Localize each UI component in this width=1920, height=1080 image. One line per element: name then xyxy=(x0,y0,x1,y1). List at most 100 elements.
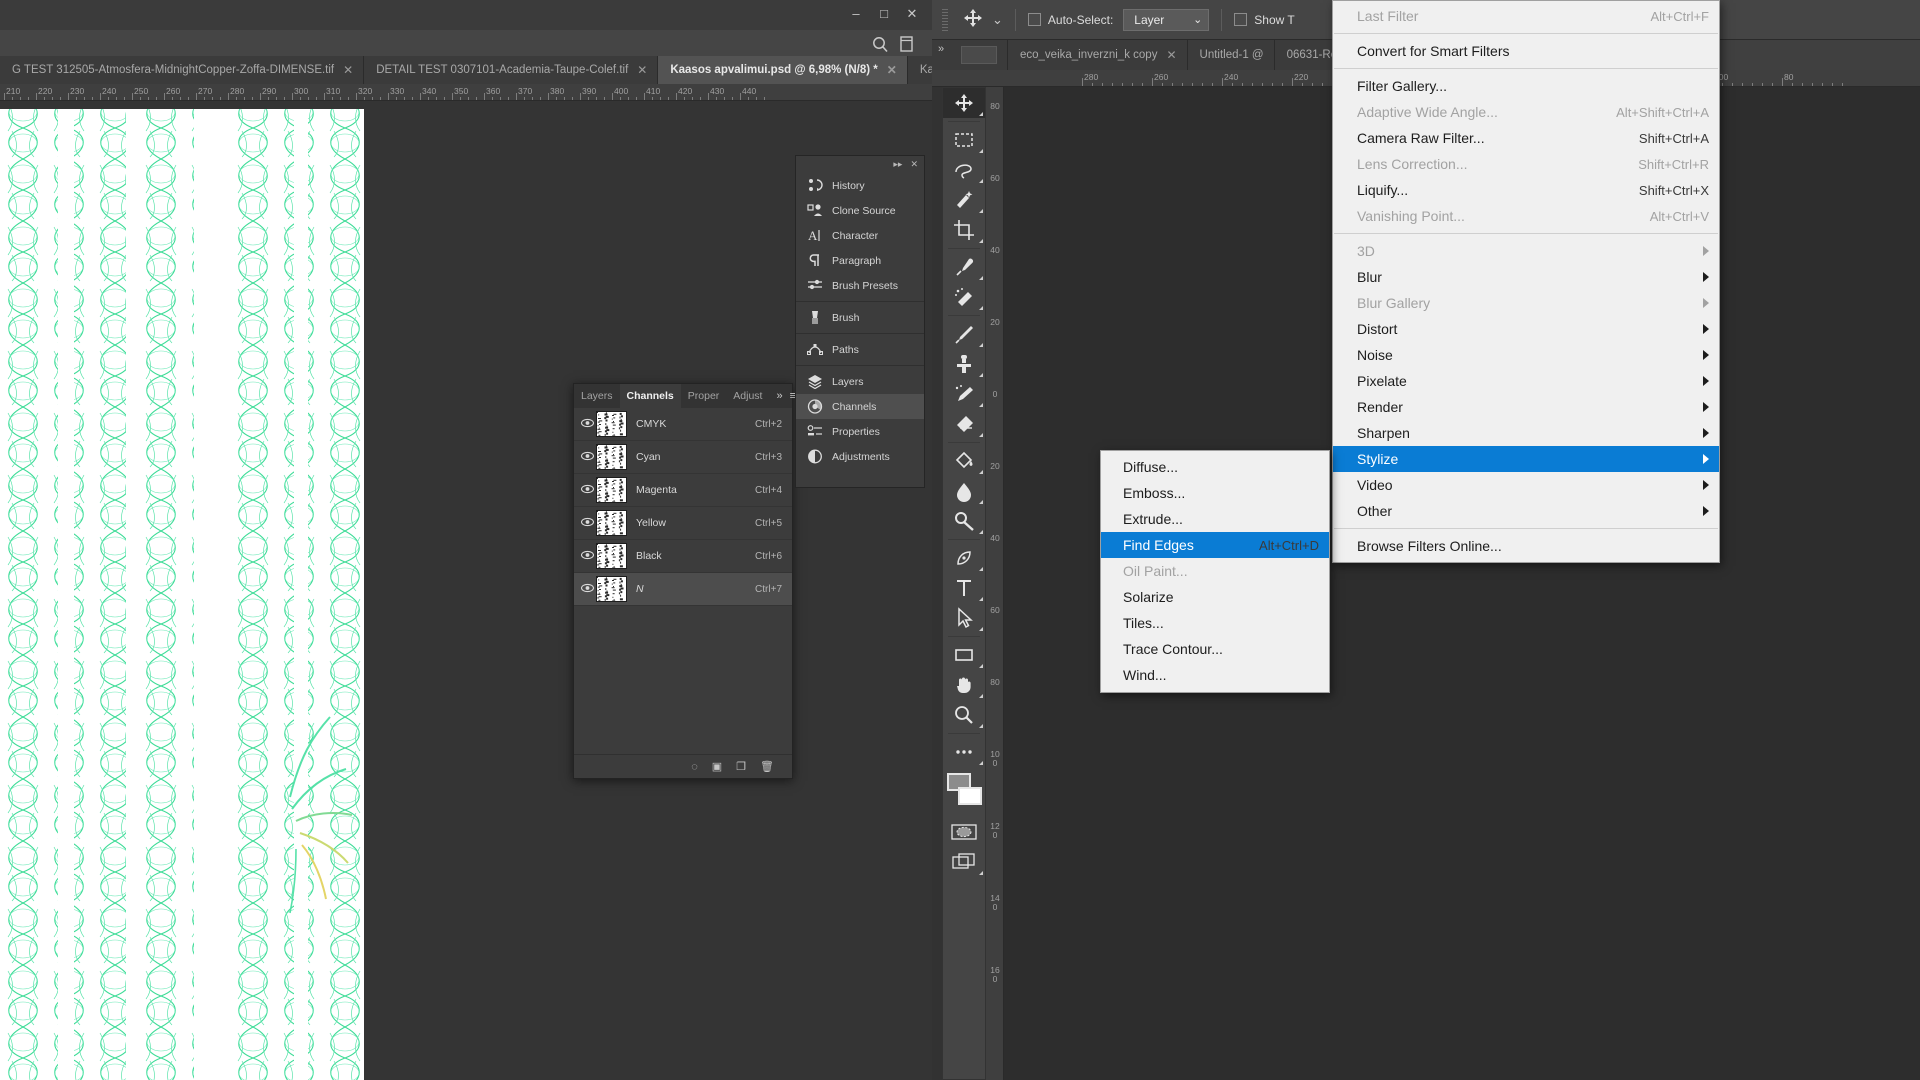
menu-item-camera-raw-filter[interactable]: Camera Raw Filter...Shift+Ctrl+A xyxy=(1333,125,1719,151)
menu-item-pixelate[interactable]: Pixelate xyxy=(1333,368,1719,394)
move-tool-icon[interactable] xyxy=(962,7,984,32)
auto-select-dropdown[interactable]: Layer ⌄ xyxy=(1123,9,1209,31)
zoom-tool[interactable] xyxy=(943,700,985,730)
maximize-button[interactable]: □ xyxy=(873,5,895,23)
panel-overflow-icon[interactable]: » xyxy=(776,390,782,402)
panel-dock-header[interactable]: ▸▸ ✕ xyxy=(796,156,924,173)
dock-item-adjustments[interactable]: Adjustments xyxy=(796,444,924,469)
show-transform-controls-checkbox[interactable] xyxy=(1234,13,1247,26)
minimize-button[interactable]: – xyxy=(845,5,867,23)
edit-toolbar-tool[interactable] xyxy=(943,737,985,767)
dock-item-properties[interactable]: Properties xyxy=(796,419,924,444)
channel-visibility-icon[interactable] xyxy=(578,418,596,431)
channel-row[interactable]: MagentaCtrl+4 xyxy=(574,474,792,507)
channels-panel-tab[interactable]: Adjust xyxy=(726,384,769,408)
channel-visibility-icon[interactable] xyxy=(578,484,596,497)
document-tab[interactable]: G TEST 312505-Atmosfera-MidnightCopper-Z… xyxy=(0,56,364,84)
channels-list[interactable]: CMYKCtrl+2CyanCtrl+3MagentaCtrl+4YellowC… xyxy=(574,408,792,606)
stylize-submenu[interactable]: Diffuse...Emboss...Extrude...Find EdgesA… xyxy=(1100,450,1330,693)
document-tab[interactable]: eco_veika_inverzni_k copy✕ xyxy=(1008,40,1188,70)
channels-panel-tabbar[interactable]: LayersChannelsProperAdjust»≡ xyxy=(574,384,792,408)
channel-row[interactable]: BlackCtrl+6 xyxy=(574,540,792,573)
channels-panel[interactable]: LayersChannelsProperAdjust»≡ CMYKCtrl+2C… xyxy=(573,383,793,779)
menu-item-noise[interactable]: Noise xyxy=(1333,342,1719,368)
dock-item-clone-source[interactable]: Clone Source xyxy=(796,198,924,223)
channel-row[interactable]: CMYKCtrl+2 xyxy=(574,408,792,441)
dock-close-icon[interactable]: ✕ xyxy=(910,159,918,170)
menu-item-browse-filters-online[interactable]: Browse Filters Online... xyxy=(1333,533,1719,559)
pen-tool[interactable] xyxy=(943,543,985,573)
brush-tool[interactable] xyxy=(943,319,985,349)
channel-visibility-icon[interactable] xyxy=(578,451,596,464)
close-tab-icon[interactable]: ✕ xyxy=(887,63,897,77)
dock-item-brush[interactable]: Brush xyxy=(796,305,924,330)
channel-row[interactable]: CyanCtrl+3 xyxy=(574,441,792,474)
channel-visibility-icon[interactable] xyxy=(578,517,596,530)
dock-item-paths[interactable]: Paths xyxy=(796,337,924,362)
menu-item-emboss[interactable]: Emboss... xyxy=(1101,480,1329,506)
dock-item-channels[interactable]: Channels xyxy=(796,394,924,419)
rectangular-marquee-tool[interactable] xyxy=(943,125,985,155)
lasso-tool[interactable] xyxy=(943,155,985,185)
hand-tool[interactable] xyxy=(943,670,985,700)
menu-item-tiles[interactable]: Tiles... xyxy=(1101,610,1329,636)
menu-item-filter-gallery[interactable]: Filter Gallery... xyxy=(1333,73,1719,99)
menu-item-liquify[interactable]: Liquify...Shift+Ctrl+X xyxy=(1333,177,1719,203)
document-tab[interactable]: Untitled-1 @ xyxy=(1188,40,1275,70)
close-tab-icon[interactable]: ✕ xyxy=(1166,48,1176,62)
menu-item-sharpen[interactable]: Sharpen xyxy=(1333,420,1719,446)
menu-item-render[interactable]: Render xyxy=(1333,394,1719,420)
save-selection-as-channel-icon[interactable]: ▣ xyxy=(712,760,722,773)
menu-item-trace-contour[interactable]: Trace Contour... xyxy=(1101,636,1329,662)
close-button[interactable]: ✕ xyxy=(901,5,923,23)
document-tab[interactable]: Kaasos apvalimui.psd @ 6,98% (N/8) *✕ xyxy=(658,56,908,84)
dock-item-character[interactable]: ACharacter xyxy=(796,223,924,248)
menu-item-diffuse[interactable]: Diffuse... xyxy=(1101,454,1329,480)
menu-item-stylize[interactable]: Stylize xyxy=(1333,446,1719,472)
dock-collapse-icon[interactable]: ▸▸ xyxy=(893,159,902,170)
load-channel-as-selection-icon[interactable]: ◌ xyxy=(691,761,698,773)
dock-item-history[interactable]: History xyxy=(796,173,924,198)
channels-panel-tab[interactable]: Proper xyxy=(681,384,727,408)
delete-channel-icon[interactable]: 🗑 xyxy=(760,760,774,773)
move-tool[interactable] xyxy=(943,88,985,118)
menu-item-extrude[interactable]: Extrude... xyxy=(1101,506,1329,532)
channels-panel-footer[interactable]: ◌ ▣ ❐ 🗑 xyxy=(574,754,792,778)
close-tab-icon[interactable]: ✕ xyxy=(637,63,647,77)
paint-bucket-tool[interactable] xyxy=(943,446,985,476)
options-bar-grip[interactable] xyxy=(942,9,948,31)
filter-menu[interactable]: Last FilterAlt+Ctrl+FConvert for Smart F… xyxy=(1332,0,1720,563)
tools-panel[interactable] xyxy=(942,87,986,1080)
blur-tool[interactable] xyxy=(943,476,985,506)
channel-visibility-icon[interactable] xyxy=(578,550,596,563)
quick-selection-tool[interactable] xyxy=(943,185,985,215)
clone-stamp-tool[interactable] xyxy=(943,349,985,379)
dock-item-layers[interactable]: Layers xyxy=(796,369,924,394)
close-tab-icon[interactable]: ✕ xyxy=(343,63,353,77)
menu-item-other[interactable]: Other xyxy=(1333,498,1719,524)
history-brush-tool[interactable] xyxy=(943,379,985,409)
menu-item-wind[interactable]: Wind... xyxy=(1101,662,1329,688)
panel-dock[interactable]: ▸▸ ✕ HistoryClone SourceACharacterParagr… xyxy=(795,155,925,488)
channels-panel-tab[interactable]: Channels xyxy=(620,384,681,408)
dock-item-brush-presets[interactable]: Brush Presets xyxy=(796,273,924,298)
rectangle-tool[interactable] xyxy=(943,640,985,670)
spot-healing-brush-tool[interactable] xyxy=(943,282,985,312)
background-color-swatch[interactable] xyxy=(958,787,982,805)
dock-handle-icon[interactable]: » xyxy=(932,40,950,70)
color-swatches[interactable] xyxy=(943,771,985,817)
channels-panel-tab[interactable]: Layers xyxy=(574,384,620,408)
path-selection-tool[interactable] xyxy=(943,603,985,633)
menu-item-solarize[interactable]: Solarize xyxy=(1101,584,1329,610)
crop-tool[interactable] xyxy=(943,215,985,245)
eraser-tool[interactable] xyxy=(943,409,985,439)
type-tool[interactable] xyxy=(943,573,985,603)
tool-preset-arrow-icon[interactable]: ⌄ xyxy=(992,12,1003,28)
left-document-tabs[interactable]: G TEST 312505-Atmosfera-MidnightCopper-Z… xyxy=(0,56,932,84)
channel-row[interactable]: NCtrl+7 xyxy=(574,573,792,606)
auto-select-checkbox[interactable] xyxy=(1028,13,1041,26)
new-channel-icon[interactable]: ❐ xyxy=(736,760,746,773)
channel-visibility-icon[interactable] xyxy=(578,583,596,596)
menu-item-find-edges[interactable]: Find EdgesAlt+Ctrl+D xyxy=(1101,532,1329,558)
quick-mask-mode-icon[interactable] xyxy=(943,817,985,847)
